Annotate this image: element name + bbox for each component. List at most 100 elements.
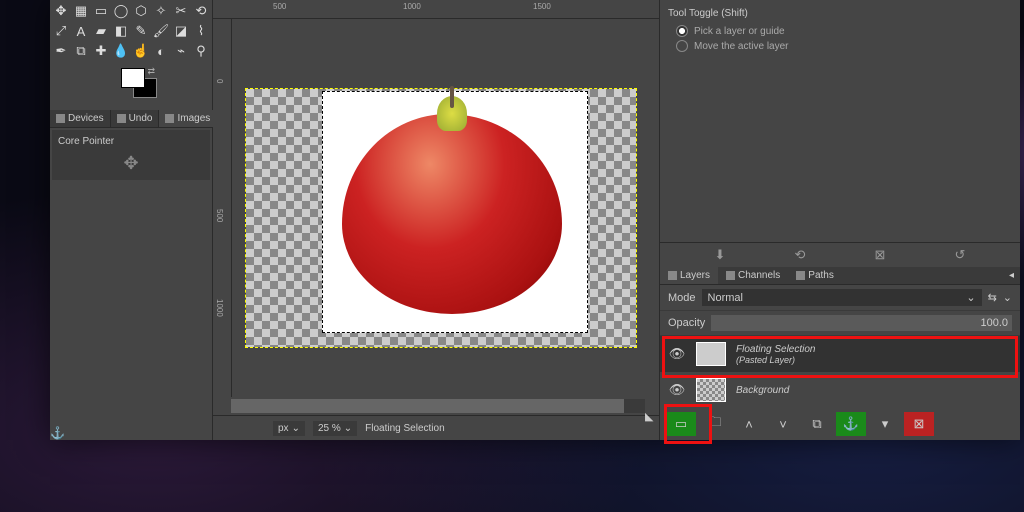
tool-text[interactable]: A	[72, 22, 90, 40]
opacity-label: Opacity	[668, 317, 705, 329]
dock-tabs: Devices Undo Images ◂	[50, 110, 212, 128]
lower-layer-button[interactable]: ˅	[768, 412, 798, 436]
tool-ink[interactable]: ✒	[52, 42, 70, 60]
visibility-toggle[interactable]: 👁	[668, 382, 686, 398]
tab-devices[interactable]: Devices	[50, 110, 111, 127]
merge-down-button[interactable]: ▾	[870, 412, 900, 436]
tool-airbrush[interactable]: ⌇	[192, 22, 210, 40]
delete-layer-button[interactable]: ⊠	[904, 412, 934, 436]
radio-label: Move the active layer	[694, 41, 789, 52]
tool-smudge[interactable]: ☝	[132, 42, 150, 60]
tab-paths[interactable]: Paths	[788, 267, 842, 284]
right-dock: Tool Toggle (Shift) Pick a layer or guid…	[659, 0, 1020, 440]
color-swatches[interactable]: ⇄	[111, 68, 151, 104]
tool-align[interactable]: ▦	[72, 2, 90, 20]
ruler-tick: 1000	[403, 2, 421, 11]
tool-rotate[interactable]: ⟲	[192, 2, 210, 20]
device-pane: Core Pointer ✥	[52, 130, 210, 180]
chevron-down-icon: ⌄	[344, 423, 352, 434]
tool-gradient[interactable]: ◧	[112, 22, 130, 40]
tab-label: Channels	[738, 270, 780, 281]
tool-eraser[interactable]: ◪	[172, 22, 190, 40]
options-buttons: ⬇ ⟲ ⊠ ↺	[660, 243, 1020, 267]
tab-label: Images	[177, 113, 210, 124]
fg-color[interactable]	[121, 68, 145, 88]
ruler-vertical[interactable]: 0 500 1000	[213, 19, 232, 397]
ruler-tick: 1000	[215, 299, 224, 317]
tool-pencil[interactable]: ✎	[132, 22, 150, 40]
radio-icon	[676, 40, 688, 52]
reset-options-icon[interactable]: ↺	[955, 247, 966, 263]
tool-options-title: Tool Toggle (Shift)	[668, 8, 1012, 19]
tab-layers[interactable]: Layers	[660, 267, 718, 284]
status-text: Floating Selection	[365, 423, 445, 434]
layer-thumbnail	[696, 378, 726, 402]
new-group-button[interactable]: 🗀	[700, 412, 730, 436]
tool-blur[interactable]: 💧	[112, 42, 130, 60]
tool-grid: ✥ ▦ ▭ ◯ ⬡ ✧ ✂ ⟲ ⤢ A ▰ ◧ ✎ 🖌 ◪ ⌇ ✒ ⧉ ✚ 💧 …	[50, 0, 212, 62]
layer-floating-selection[interactable]: 👁 Floating Selection(Pasted Layer)	[660, 336, 1020, 372]
opacity-slider[interactable]: 100.0	[711, 315, 1012, 331]
tool-move[interactable]: ✥	[52, 2, 70, 20]
delete-options-icon[interactable]: ⊠	[875, 247, 886, 263]
ruler-tick: 1500	[533, 2, 551, 11]
toolbox: ✥ ▦ ▭ ◯ ⬡ ✧ ✂ ⟲ ⤢ A ▰ ◧ ✎ 🖌 ◪ ⌇ ✒ ⧉ ✚ 💧 …	[50, 0, 213, 440]
nav-preview-icon[interactable]: ◣	[645, 410, 657, 422]
layer-buttons: ▭ 🗀 ˄ ˅ ⧉ ⚓ ▾ ⊠	[660, 408, 1020, 440]
tool-rect-select[interactable]: ▭	[92, 2, 110, 20]
tool-brush[interactable]: 🖌	[152, 22, 170, 40]
restore-options-icon[interactable]: ⟲	[795, 247, 806, 263]
mode-selector[interactable]: Normal⌄	[702, 289, 982, 306]
layers-tabs: Layers Channels Paths ◂	[660, 267, 1020, 285]
tab-label: Layers	[680, 270, 710, 281]
canvas-area: 500 1000 1500 0 500 1000 ◣ px⌄ 25 %⌄ Flo…	[213, 0, 659, 440]
tool-free-select[interactable]: ⬡	[132, 2, 150, 20]
zoom-selector[interactable]: 25 %⌄	[313, 421, 357, 436]
tool-scale[interactable]: ⤢	[52, 22, 70, 40]
ruler-tick: 0	[215, 79, 224, 83]
layers-icon	[668, 271, 677, 280]
visibility-toggle[interactable]: 👁	[668, 346, 686, 362]
tool-crop[interactable]: ✂	[172, 2, 190, 20]
tab-images[interactable]: Images	[159, 110, 217, 127]
tool-clone[interactable]: ⧉	[72, 42, 90, 60]
layer-background[interactable]: 👁 Background	[660, 372, 1020, 408]
radio-move-active[interactable]: Move the active layer	[676, 40, 1012, 52]
save-options-icon[interactable]: ⬇	[715, 247, 726, 263]
tool-bucket[interactable]: ▰	[92, 22, 110, 40]
scrollbar-horizontal[interactable]	[231, 399, 645, 413]
mode-row: Mode Normal⌄ ⇆ ⌄	[660, 285, 1020, 311]
tool-path[interactable]: ⌁	[172, 42, 190, 60]
radio-pick-layer[interactable]: Pick a layer or guide	[676, 25, 1012, 37]
canvas-viewport[interactable]	[232, 19, 659, 397]
layer-name: Floating Selection(Pasted Layer)	[736, 344, 1012, 365]
ruler-horizontal[interactable]: 500 1000 1500	[213, 0, 659, 19]
undo-icon	[117, 114, 126, 123]
mode-switch-icon[interactable]: ⇆	[988, 291, 997, 304]
raise-layer-button[interactable]: ˄	[734, 412, 764, 436]
tab-channels[interactable]: Channels	[718, 267, 788, 284]
tool-fuzzy[interactable]: ✧	[152, 2, 170, 20]
tool-color-picker[interactable]: ⚲	[192, 42, 210, 60]
opacity-row: Opacity 100.0	[660, 311, 1020, 336]
tool-heal[interactable]: ✚	[92, 42, 110, 60]
tool-options: Tool Toggle (Shift) Pick a layer or guid…	[660, 0, 1020, 243]
tool-dodge[interactable]: ◐	[152, 42, 170, 60]
tab-label: Undo	[129, 113, 153, 124]
tab-label: Devices	[68, 113, 104, 124]
tab-undo[interactable]: Undo	[111, 110, 160, 127]
anchor-layer-button[interactable]: ⚓	[836, 412, 866, 436]
swap-colors-icon[interactable]: ⇄	[147, 66, 155, 77]
layer-name: Background	[736, 385, 1012, 396]
images-icon	[165, 114, 174, 123]
tool-ellipse[interactable]: ◯	[112, 2, 130, 20]
layers-menu-icon[interactable]: ◂	[1003, 267, 1020, 284]
new-layer-button[interactable]: ▭	[666, 412, 696, 436]
anchor-icon[interactable]: ⚓	[50, 426, 64, 440]
devices-icon	[56, 114, 65, 123]
duplicate-layer-button[interactable]: ⧉	[802, 412, 832, 436]
tab-label: Paths	[808, 270, 834, 281]
chevron-down-icon[interactable]: ⌄	[1003, 291, 1012, 304]
chevron-down-icon: ⌄	[966, 291, 975, 304]
unit-selector[interactable]: px⌄	[273, 421, 305, 436]
